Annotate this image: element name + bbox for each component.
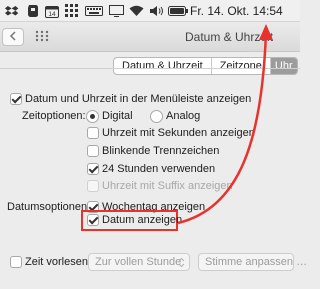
window-title: Datum & Uhrzeit [185,30,274,44]
ampm-checkbox[interactable] [87,180,99,192]
grid-icon[interactable] [64,3,80,19]
show-in-menubar-checkbox[interactable] [10,93,22,105]
keyboard-icon[interactable] [84,3,104,19]
battery-icon[interactable] [168,3,188,19]
window-titlebar: Datum & Uhrzeit [0,22,300,52]
grid-icon [35,30,49,45]
date-options-label: Datumsoptionen: [7,201,91,213]
calendar-icon[interactable]: 14 [44,3,60,19]
show-seconds-checkbox[interactable] [87,127,99,139]
dropbox-icon[interactable] [4,3,20,19]
time-options-label: Zeitoptionen: [22,110,86,122]
menu-bar: 14 Fr. 14. Okt. 14:54 [0,0,300,22]
flash-separators-label: Blinkende Trennzeichen [102,145,220,157]
customize-voice-button[interactable]: Stimme anpassen … [198,253,307,271]
evernote-icon[interactable] [24,3,40,19]
ampm-label: Uhrzeit mit Suffix anzeigen [102,180,233,192]
announce-interval-value: Zur vollen Stunde [95,256,182,268]
announce-time-label: Zeit vorlesen: [25,256,92,268]
use-24h-checkbox[interactable] [87,163,99,175]
back-button[interactable] [2,28,24,46]
show-seconds-label: Uhrzeit mit Sekunden anzeigen [102,127,255,139]
show-date-label: Datum anzeigen [102,214,183,226]
show-in-menubar-label: Datum und Uhrzeit in der Menüleiste anze… [25,93,252,105]
show-date-checkbox[interactable] [87,214,99,226]
analog-label: Analog [166,110,201,122]
show-all-button[interactable] [30,28,54,46]
use-24h-label: 24 Stunden verwenden [102,163,216,175]
announce-time-checkbox[interactable] [10,256,22,268]
chevron-left-icon [9,30,17,44]
announce-interval-dropdown[interactable]: Zur vollen Stunde [88,253,190,271]
analog-radio[interactable] [150,110,163,123]
digital-label: Digital [102,110,133,122]
screen-icon[interactable] [108,3,124,19]
menubar-clock[interactable]: Fr. 14. Okt. 14:54 [190,3,283,19]
chevron-updown-icon [174,254,189,270]
svg-text:14: 14 [48,11,56,18]
flash-separators-checkbox[interactable] [87,145,99,157]
digital-radio[interactable] [86,110,99,123]
volume-icon[interactable] [148,3,164,19]
wifi-icon[interactable] [128,3,144,19]
